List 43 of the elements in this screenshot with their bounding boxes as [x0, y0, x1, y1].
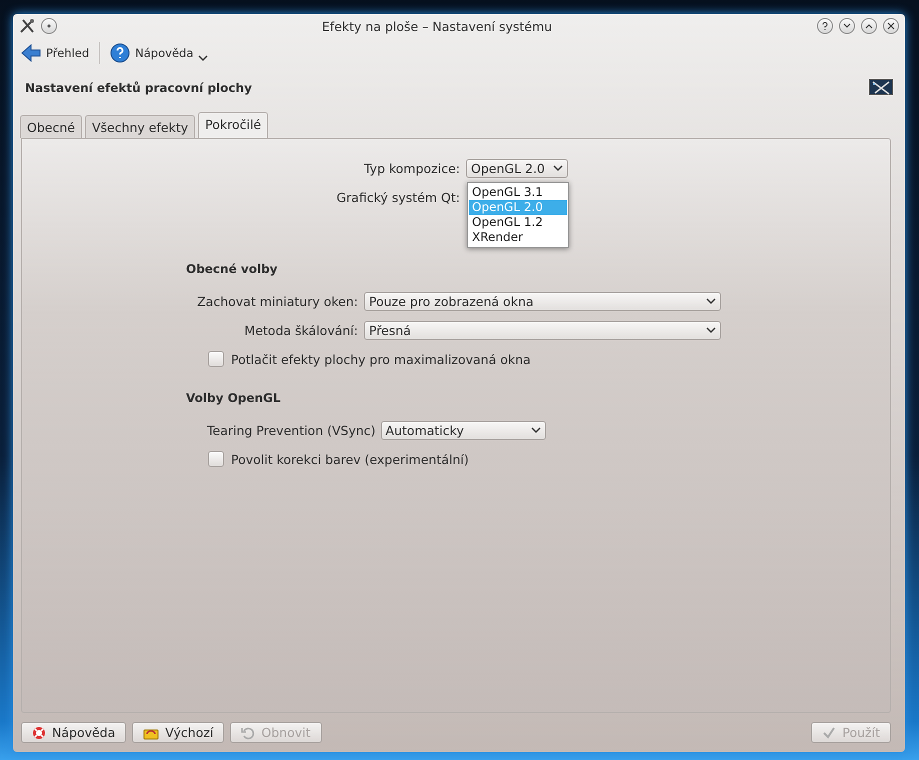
back-arrow-icon: [21, 44, 41, 62]
question-icon: [821, 22, 829, 30]
section-heading: Obecné volby: [186, 262, 278, 276]
field-label: Grafický systém Qt:: [335, 190, 461, 204]
pin-button[interactable]: [41, 18, 57, 34]
field-label: Tearing Prevention (VSync): [207, 422, 376, 438]
checkbox[interactable]: [208, 351, 224, 367]
tab[interactable]: Obecné: [20, 115, 82, 138]
reset-icon: [241, 726, 256, 740]
dialog-button[interactable]: Nápověda: [21, 722, 126, 743]
close-button[interactable]: [883, 18, 899, 34]
dropdown[interactable]: Pouze pro zobrazená okna: [364, 292, 721, 310]
lifebuoy-icon: [32, 726, 46, 740]
page-title: Nastavení efektů pracovní plochy: [25, 81, 252, 95]
section-heading: Volby OpenGL: [186, 391, 282, 405]
help-icon: [110, 43, 130, 63]
dropdown[interactable]: Automaticky: [380, 420, 546, 440]
dot-icon: [47, 24, 51, 28]
field-label: Typ kompozice:: [362, 160, 461, 176]
field-label: Zachovat miniatury oken:: [196, 294, 359, 308]
desktop-effects-icon: [869, 79, 893, 97]
menu-option[interactable]: OpenGL 3.1: [469, 184, 567, 200]
menu-option[interactable]: XRender: [469, 230, 567, 244]
tools-icon: [19, 18, 35, 34]
toolbar-button[interactable]: Přehled: [19, 42, 92, 64]
close-icon: [887, 22, 895, 30]
tab[interactable]: Pokročilé: [198, 112, 268, 138]
window-title: Efekty na ploše – Nastavení systému: [320, 18, 554, 34]
toolbar-button[interactable]: Nápověda: [108, 41, 210, 65]
tab[interactable]: Všechny efekty: [84, 115, 196, 138]
chevron-down-icon: [843, 23, 851, 29]
dialog-button[interactable]: Výchozí: [132, 722, 224, 743]
minimize-button[interactable]: [839, 18, 855, 34]
chevron-up-icon: [865, 23, 873, 29]
checkbox[interactable]: [208, 451, 224, 467]
checkmark-icon: [822, 726, 836, 740]
help-button[interactable]: [817, 18, 833, 34]
menu-option[interactable]: OpenGL 1.2: [469, 214, 567, 230]
dropdown[interactable]: Přesná: [364, 320, 721, 340]
maximize-button[interactable]: [861, 18, 877, 34]
checkbox-label: Potlačit efekty plochy pro maximalizovaná okna: [231, 352, 531, 366]
field-label: Metoda škálování:: [243, 322, 359, 338]
checkbox-label: Povolit korekci barev (experimentální): [231, 452, 469, 466]
